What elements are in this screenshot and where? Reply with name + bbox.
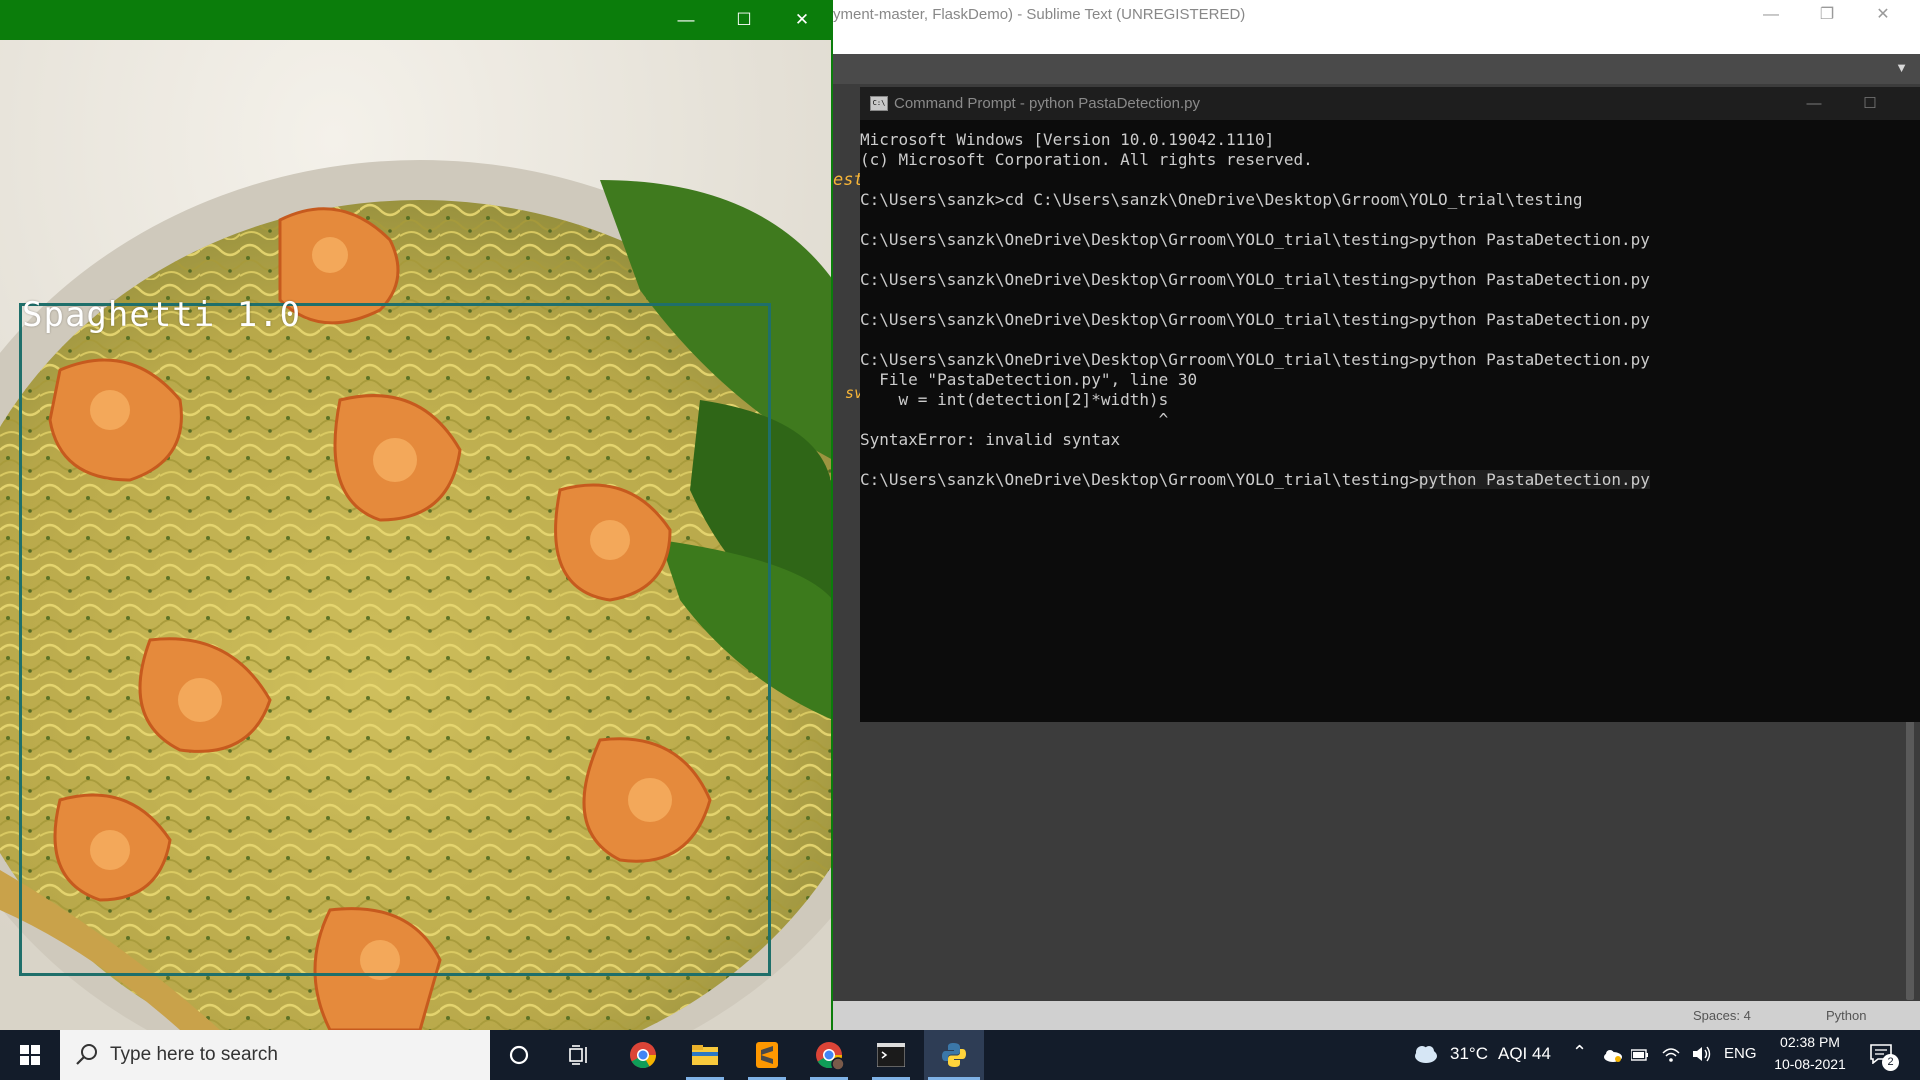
command-prompt-window: C:\ Command Prompt - python PastaDetecti…	[860, 87, 1920, 722]
minimize-button[interactable]: —	[1786, 91, 1842, 117]
minimize-button[interactable]: —	[1743, 2, 1799, 28]
cmd-output-line: Microsoft Windows [Version 10.0.19042.11…	[860, 130, 1275, 149]
notification-count-badge: 2	[1882, 1054, 1899, 1071]
cortana-icon	[509, 1045, 529, 1065]
chrome-profile-taskbar-button[interactable]	[800, 1030, 858, 1080]
start-button[interactable]	[0, 1030, 60, 1080]
sublime-status-bar: Spaces: 4 Python	[833, 1001, 1920, 1031]
cmd-console[interactable]: Microsoft Windows [Version 10.0.19042.11…	[860, 120, 1920, 722]
cmd-output-line	[860, 330, 1650, 350]
command-prompt-taskbar-button[interactable]	[862, 1030, 920, 1080]
volume-icon[interactable]	[1691, 1045, 1713, 1063]
cmd-output-line: SyntaxError: invalid syntax	[860, 430, 1121, 449]
task-view-icon	[569, 1045, 587, 1065]
sublime-tab-bar: ▼	[833, 54, 1920, 84]
file-explorer-icon	[692, 1045, 718, 1065]
cmd-output-line	[860, 250, 1650, 270]
cmd-output-line: C:\Users\sanzk\OneDrive\Desktop\Grroom\Y…	[860, 310, 1650, 329]
cmd-output-line: w = int(detection[2]*width)s	[860, 390, 1169, 409]
show-hidden-icons-icon[interactable]: ⌃	[1572, 1042, 1587, 1063]
onedrive-icon[interactable]	[1601, 1046, 1623, 1064]
wifi-icon[interactable]	[1661, 1045, 1681, 1063]
clock-time[interactable]: 02:38 PM	[1765, 1034, 1855, 1050]
cmd-current-command[interactable]: python PastaDetection.py	[1418, 470, 1650, 489]
chrome-icon	[630, 1042, 657, 1069]
taskbar-search-box[interactable]: Type here to search	[60, 1030, 490, 1080]
editor-scrollbar[interactable]	[1906, 720, 1914, 1000]
cmd-output-line	[860, 450, 1650, 470]
cmd-output-line: C:\Users\sanzk>cd C:\Users\sanzk\OneDriv…	[860, 190, 1583, 209]
sublime-text-icon	[756, 1042, 778, 1068]
sublime-window-title: yment-master, FlaskDemo) - Sublime Text …	[833, 6, 1246, 23]
restore-button[interactable]: ❐	[1799, 2, 1855, 28]
close-button[interactable]: ✕	[773, 6, 831, 34]
cmd-output-line: ^	[860, 410, 1169, 429]
status-syntax[interactable]: Python	[1826, 1008, 1866, 1023]
python-taskbar-button[interactable]	[924, 1030, 984, 1080]
input-language[interactable]: ENG	[1724, 1045, 1757, 1062]
detection-bounding-box	[19, 303, 771, 976]
weather-aqi[interactable]: AQI 44	[1498, 1044, 1551, 1064]
search-placeholder: Type here to search	[110, 1044, 278, 1065]
cmd-output-line	[860, 490, 1650, 510]
python-icon	[942, 1043, 966, 1067]
sublime-titlebar[interactable]: yment-master, FlaskDemo) - Sublime Text …	[833, 0, 1920, 54]
search-icon	[76, 1044, 97, 1065]
cmd-output-line: C:\Users\sanzk\OneDrive\Desktop\Grroom\Y…	[860, 230, 1650, 249]
minimize-button[interactable]: —	[657, 6, 715, 34]
chrome-profile-icon	[816, 1042, 845, 1071]
chrome-taskbar-button[interactable]	[614, 1030, 672, 1080]
cmd-output-line: C:\Users\sanzk\OneDrive\Desktop\Grroom\Y…	[860, 270, 1650, 289]
cmd-output-line	[860, 170, 1650, 190]
weather-cloud-icon[interactable]	[1411, 1042, 1439, 1066]
cortana-button[interactable]	[490, 1030, 548, 1080]
cmd-prompt: C:\Users\sanzk\OneDrive\Desktop\Grroom\Y…	[860, 470, 1419, 489]
windows-taskbar: Type here to search 31°C AQI 44 ⌃ ENG 02…	[0, 1030, 1920, 1080]
viewer-titlebar[interactable]: — ☐ ✕	[0, 0, 833, 40]
tab-overflow-icon[interactable]: ▼	[1895, 60, 1908, 75]
command-prompt-icon: C:\	[870, 96, 888, 111]
cmd-output-line: File "PastaDetection.py", line 30	[860, 370, 1198, 389]
cmd-window-title: Command Prompt - python PastaDetection.p…	[894, 95, 1200, 112]
cmd-output-line: (c) Microsoft Corporation. All rights re…	[860, 150, 1313, 169]
action-center-button[interactable]: 2	[1862, 1040, 1902, 1072]
weather-temperature[interactable]: 31°C	[1450, 1044, 1488, 1064]
image-viewer-window: — ☐ ✕ Spaghetti 1.0	[0, 0, 833, 1030]
detection-image: Spaghetti 1.0	[0, 40, 833, 1030]
file-explorer-taskbar-button[interactable]	[676, 1030, 734, 1080]
cmd-output-line: C:\Users\sanzk\OneDrive\Desktop\Grroom\Y…	[860, 350, 1650, 369]
windows-logo-icon	[20, 1045, 40, 1065]
close-button[interactable]: ✕	[1855, 2, 1911, 28]
command-prompt-icon	[877, 1043, 905, 1067]
task-view-button[interactable]	[550, 1030, 608, 1080]
cmd-output: Microsoft Windows [Version 10.0.19042.11…	[860, 130, 1650, 510]
clock-date[interactable]: 10-08-2021	[1765, 1056, 1855, 1072]
maximize-button[interactable]: ☐	[715, 6, 773, 34]
detection-label: Spaghetti 1.0	[22, 295, 302, 335]
sublime-text-taskbar-button[interactable]	[738, 1030, 796, 1080]
battery-icon[interactable]	[1631, 1048, 1649, 1062]
cmd-output-line	[860, 290, 1650, 310]
cmd-output-line: C:\Users\sanzk\OneDrive\Desktop\Grroom\Y…	[860, 470, 1650, 490]
status-indentation[interactable]: Spaces: 4	[1693, 1008, 1751, 1023]
cmd-output-line	[860, 210, 1650, 230]
cmd-titlebar[interactable]: C:\ Command Prompt - python PastaDetecti…	[860, 87, 1920, 120]
maximize-button[interactable]: ☐	[1842, 91, 1898, 117]
